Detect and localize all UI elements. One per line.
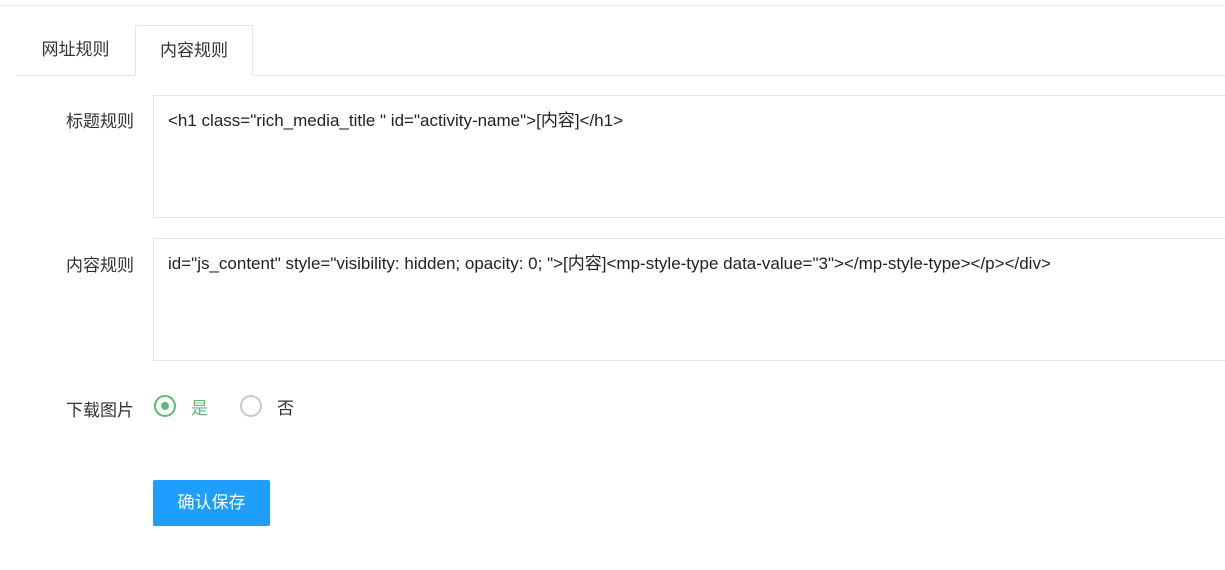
radio-yes-label: 是 — [191, 398, 208, 418]
download-images-label: 下载图片 — [66, 401, 134, 420]
tab-url-rules[interactable]: 网址规则 — [16, 25, 135, 75]
radio-checked-icon — [154, 395, 176, 417]
top-divider — [0, 5, 1225, 6]
radio-yes[interactable]: 是 — [154, 393, 208, 419]
radio-no[interactable]: 否 — [240, 393, 294, 419]
radio-no-label: 否 — [277, 398, 294, 418]
content-rule-label: 内容规则 — [66, 256, 134, 275]
save-button[interactable]: 确认保存 — [153, 480, 270, 526]
tab-content-rules[interactable]: 内容规则 — [135, 25, 253, 76]
content-rule-textarea[interactable]: id="js_content" style="visibility: hidde… — [153, 238, 1225, 361]
tab-label: 网址规则 — [41, 40, 110, 59]
title-rule-label: 标题规则 — [66, 112, 134, 131]
tab-bar: 网址规则 内容规则 — [16, 25, 1225, 76]
radio-unchecked-icon — [240, 395, 262, 417]
title-rule-textarea[interactable]: <h1 class="rich_media_title " id="activi… — [153, 95, 1225, 218]
tab-label: 内容规则 — [160, 41, 228, 60]
